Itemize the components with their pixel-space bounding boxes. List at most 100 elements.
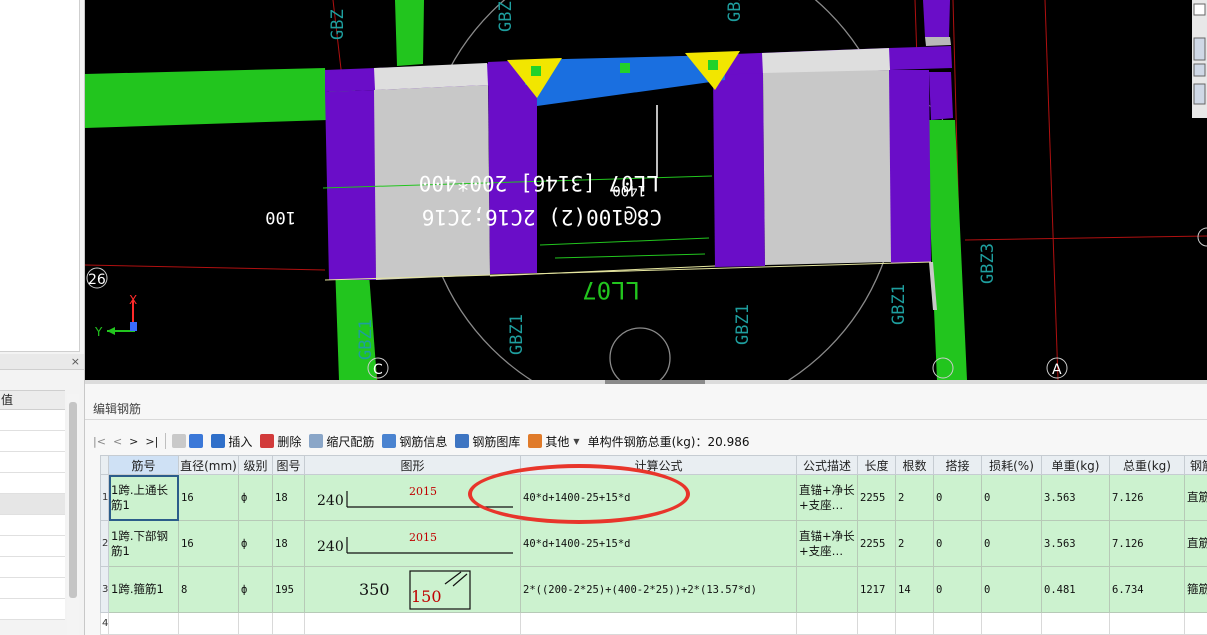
total-weight-cell[interactable]: 7.126 bbox=[1109, 474, 1185, 521]
rebar-info-button[interactable]: 钢筋信息 bbox=[382, 433, 447, 450]
property-row[interactable] bbox=[0, 410, 65, 431]
column-header[interactable]: 筋号 bbox=[108, 455, 179, 475]
table-row[interactable]: 4 bbox=[100, 612, 1207, 635]
lap-cell[interactable]: 0 bbox=[933, 520, 982, 567]
first-record-button[interactable]: |< bbox=[93, 435, 106, 448]
column-header[interactable]: 图形 bbox=[304, 455, 521, 475]
table-row[interactable]: 2 1跨.下部钢筋1 16 ф 18 240 2015 40*d+1400-25… bbox=[100, 520, 1207, 567]
shape-cell[interactable]: 240 2015 bbox=[304, 474, 521, 521]
other-dropdown[interactable]: 其他 ▼ bbox=[528, 433, 580, 450]
rebar-library-button[interactable]: 钢筋图库 bbox=[455, 433, 520, 450]
column-header[interactable]: 图号 bbox=[272, 455, 305, 475]
loss-cell[interactable]: 0 bbox=[981, 520, 1042, 567]
empty-cell[interactable] bbox=[895, 612, 934, 635]
empty-cell[interactable] bbox=[520, 612, 797, 635]
rebar-name-cell[interactable]: 1跨.箍筋1 bbox=[108, 566, 179, 613]
column-header[interactable]: 直径(mm) bbox=[178, 455, 239, 475]
unit-weight-cell[interactable]: 0.481 bbox=[1041, 566, 1110, 613]
empty-cell[interactable] bbox=[272, 612, 305, 635]
unit-weight-cell[interactable]: 3.563 bbox=[1041, 520, 1110, 567]
empty-cell[interactable] bbox=[796, 612, 858, 635]
property-row[interactable] bbox=[0, 578, 65, 599]
column-header[interactable]: 钢筋 bbox=[1184, 455, 1207, 475]
figure-number-cell[interactable]: 18 bbox=[272, 520, 305, 567]
total-weight-cell[interactable]: 6.734 bbox=[1109, 566, 1185, 613]
column-header[interactable]: 级别 bbox=[238, 455, 273, 475]
diameter-cell[interactable]: 16 bbox=[178, 474, 239, 521]
empty-cell[interactable] bbox=[238, 612, 273, 635]
column-header[interactable]: 单重(kg) bbox=[1041, 455, 1110, 475]
next-record-button[interactable]: > bbox=[129, 435, 138, 448]
row-number[interactable]: 1 bbox=[100, 474, 109, 521]
empty-cell[interactable] bbox=[178, 612, 239, 635]
unit-weight-cell[interactable]: 3.563 bbox=[1041, 474, 1110, 521]
column-header[interactable]: 公式描述 bbox=[796, 455, 858, 475]
empty-cell[interactable] bbox=[1184, 612, 1207, 635]
diameter-cell[interactable]: 16 bbox=[178, 520, 239, 567]
cad-drawing[interactable]: LL07 [3146] 200*400 C8@100(2) 2C16;2C16 … bbox=[85, 0, 1207, 380]
property-row[interactable] bbox=[0, 431, 65, 452]
cad-viewport[interactable]: LL07 [3146] 200*400 C8@100(2) 2C16;2C16 … bbox=[85, 0, 1207, 380]
grade-cell[interactable]: ф bbox=[238, 520, 273, 567]
row-number[interactable]: 2 bbox=[100, 520, 109, 567]
formula-desc-cell[interactable]: 直锚+净长+支座… bbox=[796, 520, 858, 567]
move-up-icon[interactable] bbox=[172, 434, 187, 448]
formula-cell[interactable]: 40*d+1400-25+15*d bbox=[520, 474, 797, 521]
empty-cell[interactable] bbox=[981, 612, 1042, 635]
column-header[interactable]: 根数 bbox=[895, 455, 934, 475]
property-row[interactable] bbox=[0, 515, 65, 536]
row-number[interactable]: 3 bbox=[100, 566, 109, 613]
column-header[interactable]: 计算公式 bbox=[520, 455, 797, 475]
diameter-cell[interactable]: 8 bbox=[178, 566, 239, 613]
formula-desc-cell[interactable]: 直锚+净长+支座… bbox=[796, 474, 858, 521]
total-weight-cell[interactable]: 7.126 bbox=[1109, 520, 1185, 567]
column-header[interactable]: 损耗(%) bbox=[981, 455, 1042, 475]
move-down-icon[interactable] bbox=[189, 434, 204, 448]
row-number[interactable]: 4 bbox=[100, 612, 109, 635]
table-row[interactable]: 1 1跨.上通长筋1 16 ф 18 240 2015 40*d+1400-25… bbox=[100, 474, 1207, 521]
shape-cell[interactable]: 240 2015 bbox=[304, 520, 521, 567]
property-row[interactable] bbox=[0, 599, 65, 620]
loss-cell[interactable]: 0 bbox=[981, 474, 1042, 521]
empty-cell[interactable] bbox=[304, 612, 521, 635]
length-cell[interactable]: 2255 bbox=[857, 474, 896, 521]
vertical-scrollbar[interactable] bbox=[67, 394, 79, 635]
formula-cell[interactable]: 40*d+1400-25+15*d bbox=[520, 520, 797, 567]
shape-cell[interactable]: 350 150 bbox=[304, 566, 521, 613]
rebar-type-cell[interactable]: 直筋 bbox=[1184, 520, 1207, 567]
table-row[interactable]: 3 1跨.箍筋1 8 ф 195 350 150 2*((200-2*25)+(… bbox=[100, 566, 1207, 613]
loss-cell[interactable]: 0 bbox=[981, 566, 1042, 613]
length-cell[interactable]: 1217 bbox=[857, 566, 896, 613]
last-record-button[interactable]: >| bbox=[145, 435, 158, 448]
column-header[interactable]: 长度 bbox=[857, 455, 896, 475]
close-icon[interactable]: × bbox=[71, 355, 80, 368]
column-header[interactable]: 总重(kg) bbox=[1109, 455, 1185, 475]
column-header[interactable]: 搭接 bbox=[933, 455, 982, 475]
rebar-name-cell[interactable]: 1跨.下部钢筋1 bbox=[108, 520, 179, 567]
rebar-type-cell[interactable]: 直筋 bbox=[1184, 474, 1207, 521]
scale-rebar-button[interactable]: 缩尺配筋 bbox=[309, 433, 374, 450]
lap-cell[interactable]: 0 bbox=[933, 474, 982, 521]
lap-cell[interactable]: 0 bbox=[933, 566, 982, 613]
property-row[interactable] bbox=[0, 452, 65, 473]
scrollbar-thumb[interactable] bbox=[69, 402, 77, 598]
insert-button[interactable]: 插入 bbox=[211, 433, 252, 450]
rebar-name-cell[interactable]: 1跨.上通长筋1 bbox=[108, 474, 179, 521]
count-cell[interactable]: 2 bbox=[895, 520, 934, 567]
count-cell[interactable]: 14 bbox=[895, 566, 934, 613]
figure-number-cell[interactable]: 18 bbox=[272, 474, 305, 521]
property-row[interactable] bbox=[0, 494, 65, 515]
property-row[interactable] bbox=[0, 473, 65, 494]
prev-record-button[interactable]: < bbox=[113, 435, 122, 448]
grade-cell[interactable]: ф bbox=[238, 566, 273, 613]
empty-cell[interactable] bbox=[857, 612, 896, 635]
empty-cell[interactable] bbox=[933, 612, 982, 635]
count-cell[interactable]: 2 bbox=[895, 474, 934, 521]
property-row[interactable] bbox=[0, 557, 65, 578]
figure-number-cell[interactable]: 195 bbox=[272, 566, 305, 613]
delete-button[interactable]: 删除 bbox=[260, 433, 301, 450]
grade-cell[interactable]: ф bbox=[238, 474, 273, 521]
empty-cell[interactable] bbox=[1109, 612, 1185, 635]
empty-cell[interactable] bbox=[1041, 612, 1110, 635]
rebar-type-cell[interactable]: 箍筋 bbox=[1184, 566, 1207, 613]
